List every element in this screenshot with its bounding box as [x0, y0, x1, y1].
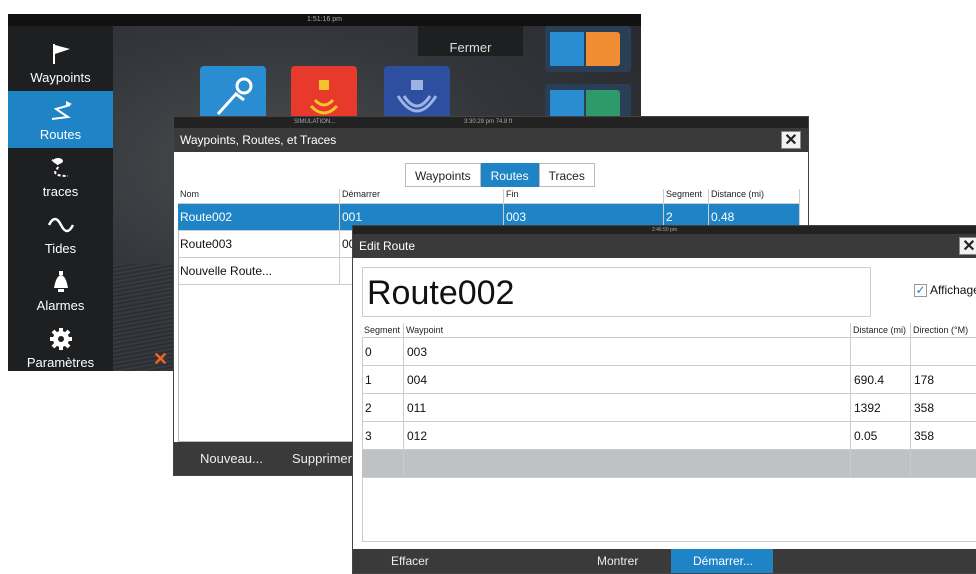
bell-icon [54, 271, 68, 292]
empty-cell [851, 450, 911, 477]
direction-cell: 358 [914, 429, 935, 443]
column-header: Waypoint [404, 323, 851, 337]
waypoints-table: Segment Waypoint Distance (mi) Direction… [362, 323, 976, 478]
close-button[interactable]: ✕ [959, 237, 976, 255]
column-header: Distance (mi) [851, 323, 911, 337]
empty-cell [404, 450, 851, 477]
status-bar: 2:46:50 pm [353, 226, 976, 234]
status-bar: SIMULATION... 3:30:29 pm 74.8 ft [174, 117, 808, 128]
sidebar-item-label: Paramètres [26, 355, 95, 370]
segment-cell: 3 [362, 422, 404, 449]
gear-icon [50, 328, 72, 350]
table-row[interactable]: 3 012 0.05 358 [362, 422, 976, 450]
waypoint-cell: 003 [404, 338, 851, 365]
status-right: 3:30:29 pm 74.8 ft [464, 119, 513, 125]
sidebar-item-settings[interactable]: Paramètres [8, 319, 113, 371]
dialog-titlebar: Edit Route ✕ [353, 234, 976, 258]
close-home-button[interactable]: Fermer [418, 26, 523, 56]
home-sidebar: Waypoints Routes traces Tides Alarmes Pa… [8, 26, 113, 371]
tab-waypoints[interactable]: Waypoints [405, 163, 481, 187]
sidebar-item-routes[interactable]: Routes [8, 91, 113, 148]
start-button[interactable]: Démarrer... [671, 549, 773, 573]
show-button[interactable]: Montrer [597, 549, 638, 573]
sidebar-item-label: Routes [39, 127, 82, 142]
sidebar-item-label: Waypoints [30, 70, 91, 85]
sidebar-item-label: Alarmes [36, 298, 85, 313]
sidebar-item-label: Tides [44, 241, 77, 256]
dialog-titlebar: Waypoints, Routes, et Traces ✕ [174, 128, 808, 152]
route-name-cell: Route003 [178, 231, 340, 257]
clock: 1:51:16 pm [8, 14, 641, 26]
sidebar-item-waypoints[interactable]: Waypoints [8, 34, 113, 91]
new-route-cell: Nouvelle Route... [178, 258, 340, 284]
column-header: Distance (mi) [709, 189, 800, 203]
status-left: SIMULATION... [294, 119, 336, 125]
trail-icon [51, 158, 69, 177]
insert-row[interactable] [362, 450, 976, 478]
waypoint-cell: 011 [404, 394, 851, 421]
segment-cell: 0 [362, 338, 404, 365]
clear-button[interactable]: Effacer [391, 549, 429, 573]
new-button[interactable]: Nouveau... [200, 442, 263, 475]
column-header: Segment [362, 323, 404, 337]
empty-cell [362, 450, 404, 477]
table-header: Segment Waypoint Distance (mi) Direction… [362, 323, 976, 338]
distance-cell: 1392 [851, 394, 911, 421]
tab-traces[interactable]: Traces [538, 163, 595, 187]
distance-cell: 0.05 [851, 422, 911, 449]
edit-route-dialog: 2:46:50 pm Edit Route ✕ Route002 ✓ Affic… [352, 225, 976, 574]
empty-cell [911, 450, 976, 477]
route-name-field[interactable]: Route002 [362, 267, 871, 317]
route-icon [51, 101, 72, 120]
waypoint-cell: 012 [404, 422, 851, 449]
delete-button[interactable]: Supprimer t [292, 442, 359, 475]
wave-icon [48, 217, 74, 233]
close-button[interactable]: ✕ [781, 131, 801, 149]
chart-sonar-split-tile[interactable] [545, 26, 631, 72]
sidebar-item-label: traces [42, 184, 79, 199]
sidebar-item-alarms[interactable]: Alarmes [8, 262, 113, 319]
column-header: Fin [504, 189, 664, 203]
screen: 1:51:16 pm Fermer Waypoints Routes trace… [0, 0, 976, 574]
route-name-cell: Route002 [178, 204, 340, 230]
distance-cell [851, 338, 911, 365]
table-row[interactable]: 2 011 1392 358 [362, 394, 976, 422]
column-header: Démarrer [340, 189, 504, 203]
table-row[interactable]: 1 004 690.4 178 [362, 366, 976, 394]
column-header: Segment [664, 189, 709, 203]
tab-bar: Waypoints Routes Traces [405, 163, 595, 187]
close-x-icon[interactable]: ✕ [153, 349, 168, 370]
segment-cell: 2 [362, 394, 404, 421]
column-header: Nom [178, 189, 340, 203]
sidebar-item-traces[interactable]: traces [8, 148, 113, 205]
display-checkbox-label: Affichage [930, 283, 976, 297]
tab-routes[interactable]: Routes [480, 163, 539, 187]
dialog-title: Waypoints, Routes, et Traces [180, 133, 337, 147]
column-header: Direction (°M) [913, 325, 969, 335]
distance-cell: 690.4 [851, 366, 911, 393]
dialog-title: Edit Route [359, 239, 416, 253]
table-row[interactable]: 0 003 [362, 338, 976, 366]
direction-cell: 358 [914, 401, 935, 415]
sidebar-item-tides[interactable]: Tides [8, 205, 113, 262]
direction-cell [911, 338, 976, 365]
segment-cell: 1 [362, 366, 404, 393]
waypoint-cell: 004 [404, 366, 851, 393]
table-header: Nom Démarrer Fin Segment Distance (mi) [178, 189, 800, 204]
flag-icon [53, 44, 70, 64]
direction-cell: 178 [914, 373, 935, 387]
display-checkbox[interactable]: ✓ [914, 284, 927, 297]
dialog-footer: Effacer Montrer Démarrer... [353, 549, 976, 573]
